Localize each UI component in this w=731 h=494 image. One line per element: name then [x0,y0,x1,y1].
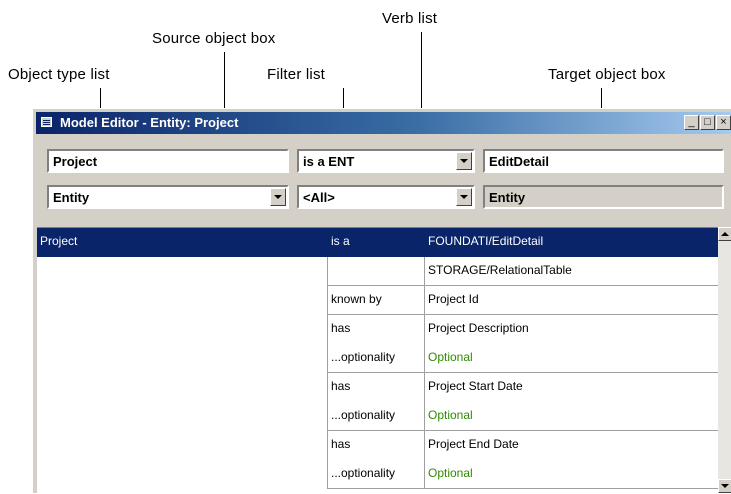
source-cell [37,344,328,373]
maximize-button[interactable]: □ [700,115,715,130]
source-cell [37,373,328,402]
source-cell [37,460,328,489]
source-cell [37,286,328,315]
callout-object-type-list: Object type list [8,66,110,83]
target-type-value: Entity [489,190,526,205]
object-type-dropdown[interactable]: Entity [47,185,289,209]
verb-cell: ...optionality [328,344,425,373]
verb-cell: known by [328,286,425,315]
verb-cell: ...optionality [328,460,425,489]
target-cell: STORAGE/RelationalTable [425,257,718,286]
target-cell: FOUNDATI/EditDetail [425,228,718,257]
target-cell: Optional [425,460,718,489]
target-object-field[interactable]: EditDetail [483,149,724,173]
vertical-scrollbar[interactable] [718,227,731,493]
target-type-field: Entity [483,185,724,209]
target-cell: Project Description [428,321,529,335]
filter-value: <All> [303,190,335,205]
target-cell: Project End Date [428,437,519,451]
scroll-up-arrow-icon[interactable] [718,227,731,241]
title-bar[interactable]: Model Editor - Entity: Project _ □ × [36,112,731,134]
window-title: Model Editor - Entity: Project [60,115,239,130]
source-cell [37,431,328,460]
verb-cell: has [328,373,425,402]
target-cell: Optional [425,402,718,431]
close-button[interactable]: × [716,115,731,130]
verb-dropdown[interactable]: is a ENT [297,149,475,173]
object-type-dropdown-arrow-icon[interactable] [270,188,286,206]
source-cell: Project [37,228,328,257]
source-cell [37,402,328,431]
verb-cell: has [328,315,425,344]
callout-target-object-box: Target object box [548,66,666,83]
source-cell [37,315,328,344]
filter-dropdown-arrow-icon[interactable] [456,188,472,206]
source-object-field[interactable]: Project [47,149,289,173]
model-editor-window: Model Editor - Entity: Project _ □ × Pro… [32,108,731,494]
verb-cell: ...optionality [328,402,425,431]
verb-dropdown-arrow-icon[interactable] [456,152,472,170]
object-type-value: Entity [53,190,90,205]
verb-cell: is a [328,228,425,257]
minimize-button[interactable]: _ [684,115,699,130]
source-cell [37,257,328,286]
relationship-grid: Project is a FOUNDATI/EditDetail STORAGE… [37,227,718,494]
window-app-icon[interactable] [41,117,52,127]
verb-cell [328,257,425,286]
target-cell: Project Start Date [428,379,523,393]
callout-verb-list: Verb list [382,10,438,27]
target-cell: Optional [425,344,718,373]
target-cell: Project Id [425,286,718,315]
scroll-down-arrow-icon[interactable] [718,479,731,493]
filter-dropdown[interactable]: <All> [297,185,475,209]
target-object-value: EditDetail [489,154,549,169]
verb-cell: has [328,431,425,460]
source-object-value: Project [53,154,98,169]
callout-filter-list: Filter list [267,66,326,83]
callout-source-object-box: Source object box [152,30,276,47]
verb-value: is a ENT [303,154,355,169]
